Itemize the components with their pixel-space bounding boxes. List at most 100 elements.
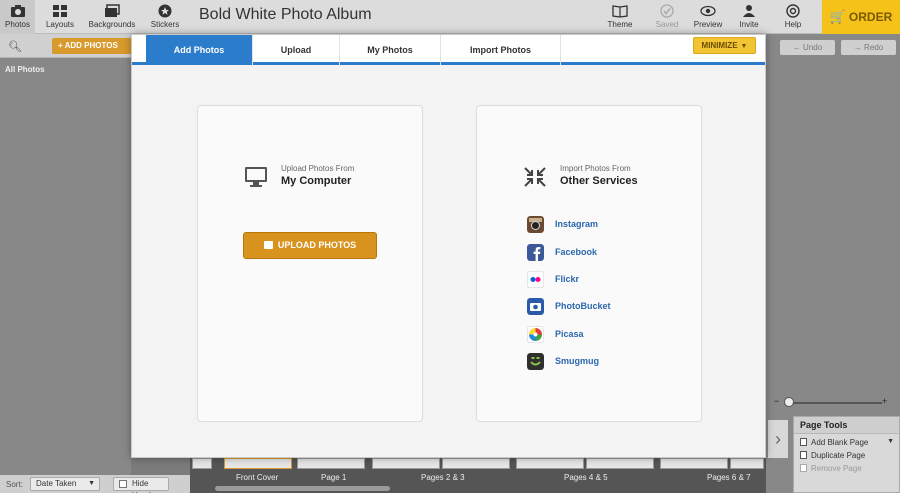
order-button[interactable]: 🛒 ORDER [822, 0, 900, 34]
tab-my-photos[interactable]: My Photos [340, 35, 441, 65]
tool-invite-label: Invite [739, 20, 759, 29]
eye-icon [700, 5, 716, 17]
undo-redo-row: ← Undo → Redo [766, 38, 900, 56]
facebook-icon [527, 244, 544, 261]
tool-preview-label: Preview [693, 20, 723, 29]
tab-import-photos[interactable]: Import Photos [441, 35, 561, 65]
tool-help[interactable]: Help [780, 0, 806, 34]
service-smugmug-label: Smugmug [555, 356, 599, 366]
minimize-label: MINIMIZE [701, 41, 738, 50]
thumb-pages-2-3-left[interactable] [372, 458, 440, 469]
person-icon [743, 5, 755, 17]
redo-button[interactable]: → Redo [841, 40, 896, 55]
zoom-slider-handle[interactable] [784, 397, 794, 407]
other-services-card: Import Photos From Other Services Instag… [476, 105, 702, 422]
upload-from-label: Upload Photos From [281, 164, 355, 173]
monitor-icon [245, 167, 267, 187]
page-label-front-cover: Front Cover [236, 473, 279, 482]
tool-saved: Saved [652, 0, 682, 34]
page-label-page-1: Page 1 [321, 473, 347, 482]
thumb-pages-6-7-right[interactable] [730, 458, 764, 469]
add-blank-page-button[interactable]: Add Blank Page ▼ [794, 434, 899, 447]
upload-photos-label: UPLOAD PHOTOS [277, 240, 357, 250]
tool-photos[interactable]: Photos [0, 0, 35, 34]
tab-add-photos[interactable]: Add Photos [146, 35, 253, 65]
sort-select[interactable]: Date Taken ▼ [30, 477, 100, 491]
trash-icon [800, 464, 807, 472]
tool-backgrounds-label: Backgrounds [88, 20, 136, 29]
my-computer-card: Upload Photos From My Computer UPLOAD PH… [197, 105, 423, 422]
sticker-icon [158, 4, 172, 18]
sort-label: Sort: [6, 480, 23, 489]
tab-upload[interactable]: Upload [253, 35, 340, 65]
upload-photos-button[interactable]: UPLOAD PHOTOS [243, 232, 377, 259]
undo-button[interactable]: ← Undo [780, 40, 835, 55]
thumb-pages-2-3-right[interactable] [442, 458, 510, 469]
service-picasa-label: Picasa [555, 329, 584, 339]
sidebar-add-photos-button[interactable]: + ADD PHOTOS [52, 38, 131, 54]
layouts-icon [53, 5, 67, 17]
thumb-front-cover[interactable] [224, 458, 292, 469]
caret-down-icon: ▼ [740, 43, 748, 50]
thumb-pages-4-5-right[interactable] [586, 458, 654, 469]
hide-used-toggle[interactable]: Hide Used [113, 477, 169, 493]
service-photobucket-label: PhotoBucket [555, 301, 611, 311]
tool-preview[interactable]: Preview [692, 0, 724, 34]
modal-tabbar: Add Photos Upload My Photos Import Photo… [132, 35, 765, 65]
redo-label: Redo [864, 43, 884, 52]
minimize-button[interactable]: MINIMIZE ▼ [693, 37, 756, 54]
page-tools-title: Page Tools [794, 417, 899, 434]
add-photos-modal: Add Photos Upload My Photos Import Photo… [131, 34, 766, 458]
sort-bar: Sort: Date Taken ▼ Hide Used [0, 475, 190, 493]
zoom-slider[interactable] [790, 402, 882, 404]
smugmug-icon [527, 353, 544, 370]
thumb-page-1[interactable] [297, 458, 365, 469]
page-label-pages-6-7: Pages 6 & 7 [707, 473, 751, 482]
undo-arrow-icon: ← [792, 43, 804, 52]
zoom-in-icon[interactable]: + [882, 396, 887, 406]
all-photos-label[interactable]: All Photos [5, 65, 45, 74]
page-label-pages-4-5: Pages 4 & 5 [564, 473, 608, 482]
project-title[interactable]: Bold White Photo Album [199, 6, 372, 24]
hide-used-label: Hide Used [132, 479, 151, 493]
tool-theme-label: Theme [607, 20, 633, 29]
photobucket-icon [527, 298, 544, 315]
add-blank-page-label: Add Blank Page [811, 438, 869, 447]
download-tray-icon [263, 241, 273, 249]
picasa-icon [527, 326, 544, 343]
search-icon[interactable]: 🔍︎ [8, 40, 22, 53]
caret-down-icon: ▼ [887, 438, 894, 445]
tool-layouts-label: Layouts [45, 20, 75, 29]
duplicate-page-button[interactable]: Duplicate Page [794, 447, 899, 460]
thumb-pages-4-5-left[interactable] [516, 458, 584, 469]
tool-stickers[interactable]: Stickers [146, 0, 184, 34]
tool-theme[interactable]: Theme [604, 0, 636, 34]
undo-label: Undo [803, 43, 823, 52]
remove-page-button[interactable]: Remove Page [794, 460, 899, 473]
filmstrip-next-arrow-icon[interactable]: › [768, 420, 788, 458]
lifebuoy-icon [786, 4, 800, 18]
top-toolbar: Photos Layouts Backgrounds Stickers Bold… [0, 0, 900, 34]
flickr-icon [527, 271, 544, 288]
caret-down-icon: ▼ [88, 480, 95, 487]
thumb-pages-6-7-left[interactable] [660, 458, 728, 469]
tool-saved-label: Saved [655, 20, 679, 29]
photo-sidebar [0, 34, 131, 493]
tool-backgrounds[interactable]: Backgrounds [86, 0, 138, 34]
service-facebook-label: Facebook [555, 247, 598, 257]
other-services-title: Other Services [560, 175, 638, 187]
page-tools-panel: Page Tools Add Blank Page ▼ Duplicate Pag… [793, 416, 900, 493]
filmstrip-scrollbar[interactable] [215, 486, 390, 491]
zoom-out-icon[interactable]: − [774, 396, 779, 406]
tool-invite[interactable]: Invite [735, 0, 763, 34]
service-flickr-label: Flickr [555, 274, 580, 284]
hide-used-checkbox[interactable] [119, 480, 127, 488]
service-instagram-label: Instagram [555, 219, 599, 229]
book-icon [612, 5, 628, 18]
tool-stickers-label: Stickers [150, 20, 180, 29]
thumb-back[interactable] [192, 458, 212, 469]
compress-arrows-icon [524, 167, 546, 187]
sort-value: Date Taken [36, 479, 77, 488]
tool-layouts[interactable]: Layouts [40, 0, 80, 34]
my-computer-title: My Computer [281, 175, 352, 187]
